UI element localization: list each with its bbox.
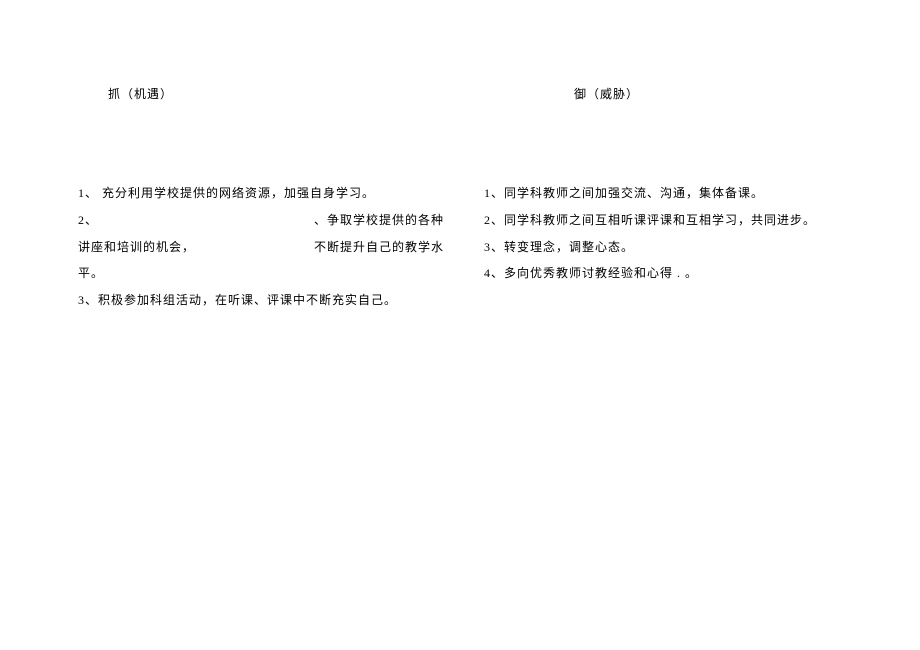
- left-item-2-prefix: 2、: [78, 213, 98, 227]
- left-item-2-line2: 讲座和培训的机会， 不断提升自己的教学水: [78, 236, 444, 259]
- right-heading: 御（威胁）: [484, 85, 850, 102]
- left-column: 抓（机遇） 1、 充分利用学校提供的网络资源，加强自身学习。 2、 、争取学校提…: [78, 85, 464, 316]
- left-heading: 抓（机遇）: [78, 85, 444, 102]
- left-item-1: 1、 充分利用学校提供的网络资源，加强自身学习。: [78, 182, 444, 205]
- right-item-4: 4、多向优秀教师讨教经验和心得 . 。: [484, 262, 850, 285]
- left-item-2-right: 、争取学校提供的各种: [314, 209, 444, 232]
- right-item-1: 1、同学科教师之间加强交流、沟通，集体备课。: [484, 182, 850, 205]
- right-item-3: 3、转变理念，调整心态。: [484, 236, 850, 259]
- document-page: 抓（机遇） 1、 充分利用学校提供的网络资源，加强自身学习。 2、 、争取学校提…: [0, 0, 920, 316]
- left-item-2-line2b: 不断提升自己的教学水: [314, 236, 444, 259]
- right-column: 御（威胁） 1、同学科教师之间加强交流、沟通，集体备课。 2、同学科教师之间互相…: [464, 85, 850, 316]
- left-item-2: 2、 、争取学校提供的各种: [78, 209, 444, 232]
- right-item-2: 2、同学科教师之间互相听课评课和互相学习，共同进步。: [484, 209, 850, 232]
- left-item-3: 3、积极参加科组活动，在听课、评课中不断充实自己。: [78, 289, 444, 312]
- left-item-2-line3: 平。: [78, 262, 444, 285]
- left-item-2-line2a: 讲座和培训的机会，: [78, 236, 195, 259]
